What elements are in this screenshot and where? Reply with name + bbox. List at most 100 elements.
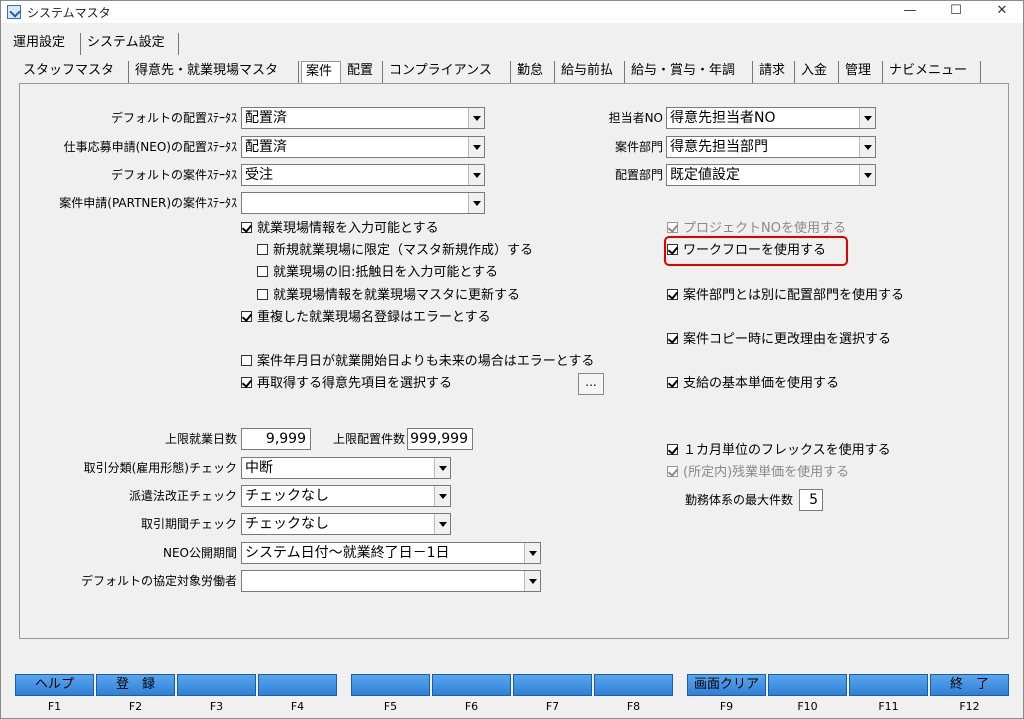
checkbox-use-base-unit-price[interactable]: 支給の基本単価を使用する bbox=[667, 375, 839, 393]
case-department-value: 得意先担当部門 bbox=[670, 139, 768, 155]
checkbox-label: 再取得する得意先項目を選択する bbox=[257, 376, 453, 391]
checkbox-icon bbox=[667, 444, 678, 455]
checkbox-new-site-only[interactable]: 新規就業現場に限定（マスタ新規作成）する bbox=[257, 242, 533, 260]
default-agreement-worker-select[interactable] bbox=[241, 570, 541, 592]
title-bar: システムマスタ — ☐ ✕ bbox=[1, 1, 1023, 23]
checkbox-select-renewal-reason[interactable]: 案件コピー時に更改理由を選択する bbox=[667, 331, 891, 349]
tab-case[interactable]: 案件 bbox=[301, 61, 341, 84]
placement-department-select[interactable]: 既定値設定 bbox=[666, 164, 876, 186]
chevron-down-icon bbox=[434, 486, 450, 506]
select-items-button[interactable]: ... bbox=[578, 373, 604, 395]
case-department-label: 案件部門 bbox=[614, 140, 663, 154]
fkey-button[interactable] bbox=[258, 674, 337, 696]
checkbox-icon bbox=[257, 266, 268, 277]
fkey-button[interactable] bbox=[849, 674, 928, 696]
fkey-button[interactable]: 画面クリア bbox=[687, 674, 766, 696]
fkey-label: F4 bbox=[290, 700, 305, 713]
checkbox-future-date-error[interactable]: 案件年月日が就業開始日よりも未来の場合はエラーとする bbox=[241, 353, 594, 371]
tab-navi-menu[interactable]: ナビメニュー bbox=[885, 61, 981, 83]
checkbox-reacquire-customer-items[interactable]: 再取得する得意先項目を選択する bbox=[241, 375, 452, 393]
neo-placement-status-label: 仕事応募申請(NEO)の配置ｽﾃｰﾀｽ bbox=[63, 140, 237, 154]
dispatch-law-check-select[interactable]: チェックなし bbox=[241, 485, 451, 507]
fkey-label: F6 bbox=[464, 700, 479, 713]
transaction-period-check-select[interactable]: チェックなし bbox=[241, 513, 451, 535]
close-button[interactable]: ✕ bbox=[979, 1, 1024, 23]
tab-billing[interactable]: 請求 bbox=[755, 61, 795, 83]
tab-salary-advance[interactable]: 給与前払 bbox=[557, 61, 625, 83]
chevron-down-icon bbox=[468, 165, 484, 185]
fkey-button[interactable]: 登 録 bbox=[96, 674, 175, 696]
partner-case-status-select[interactable] bbox=[241, 192, 485, 214]
checkbox-monthly-flex[interactable]: １カ月単位のフレックスを使用する bbox=[667, 442, 891, 460]
tab-customer-site-master[interactable]: 得意先・就業現場マスタ bbox=[131, 61, 299, 83]
transaction-type-check-label: 取引分類(雇用形態)チェック bbox=[83, 461, 237, 475]
fkey-button[interactable] bbox=[351, 674, 430, 696]
fkey-button[interactable] bbox=[177, 674, 256, 696]
max-placement-count-input[interactable]: 999,999 bbox=[407, 428, 473, 450]
tab-operation-settings[interactable]: 運用設定 bbox=[9, 33, 81, 55]
case-department-select[interactable]: 得意先担当部門 bbox=[666, 136, 876, 158]
checkbox-label: 就業現場情報を入力可能とする bbox=[257, 221, 439, 236]
checkbox-site-info-input[interactable]: 就業現場情報を入力可能とする bbox=[241, 220, 439, 238]
chevron-down-icon bbox=[434, 514, 450, 534]
neo-publish-period-select[interactable]: システム日付～就業終了日－1日 bbox=[241, 542, 541, 564]
fkey-label: F3 bbox=[209, 700, 224, 713]
fkey-label: F11 bbox=[878, 700, 899, 713]
function-key-bar: ヘルプ F1 登 録 F2 F3 F4 F5 F6 F7 F8 画面クリア F9… bbox=[1, 665, 1023, 718]
dispatch-law-check-label: 派遣法改正チェック bbox=[128, 489, 237, 503]
checkbox-old-conflict-date[interactable]: 就業現場の旧:抵触日を入力可能とする bbox=[257, 264, 498, 282]
max-work-days-input[interactable]: 9,999 bbox=[241, 428, 311, 450]
default-placement-status-select[interactable]: 配置済 bbox=[241, 107, 485, 129]
tab-payment[interactable]: 入金 bbox=[797, 61, 839, 83]
chevron-down-icon bbox=[859, 165, 875, 185]
tab-placement[interactable]: 配置 bbox=[343, 61, 383, 83]
checkbox-icon bbox=[667, 222, 678, 233]
fkey-label: F12 bbox=[959, 700, 980, 713]
tab-staff-master[interactable]: スタッフマスタ bbox=[19, 61, 129, 83]
neo-placement-status-select[interactable]: 配置済 bbox=[241, 136, 485, 158]
chevron-down-icon bbox=[434, 458, 450, 478]
app-icon bbox=[7, 5, 21, 19]
fkey-label: F2 bbox=[128, 700, 143, 713]
maximize-button[interactable]: ☐ bbox=[933, 1, 979, 23]
checkbox-label: 就業現場の旧:抵触日を入力可能とする bbox=[273, 265, 498, 280]
fkey-button[interactable] bbox=[432, 674, 511, 696]
fkey-button[interactable]: 終 了 bbox=[930, 674, 1009, 696]
fkey-label: F1 bbox=[47, 700, 62, 713]
chevron-down-icon bbox=[524, 543, 540, 563]
checkbox-overtime-unit-price[interactable]: (所定内)残業単価を使用する bbox=[667, 464, 849, 482]
transaction-period-check-value: チェックなし bbox=[245, 516, 329, 532]
tab-attendance[interactable]: 勤怠 bbox=[513, 61, 555, 83]
fkey-button[interactable]: ヘルプ bbox=[15, 674, 94, 696]
placement-department-value: 既定値設定 bbox=[670, 167, 740, 183]
fkey-label: F7 bbox=[545, 700, 560, 713]
tab-system-settings[interactable]: システム設定 bbox=[83, 33, 179, 55]
checkbox-label: 就業現場情報を就業現場マスタに更新する bbox=[273, 288, 521, 303]
tab-salary-bonus-yearend[interactable]: 給与・賞与・年調 bbox=[627, 61, 753, 83]
fkey-button[interactable] bbox=[513, 674, 592, 696]
staff-no-select[interactable]: 得意先担当者NO bbox=[666, 107, 876, 129]
fkey-label: F9 bbox=[719, 700, 734, 713]
default-case-status-label: デフォルトの案件ｽﾃｰﾀｽ bbox=[110, 168, 237, 182]
fkey-button[interactable] bbox=[594, 674, 673, 696]
checkbox-separate-placement-dept[interactable]: 案件部門とは別に配置部門を使用する bbox=[667, 287, 904, 305]
transaction-period-check-label: 取引期間チェック bbox=[140, 517, 237, 531]
default-case-status-select[interactable]: 受注 bbox=[241, 164, 485, 186]
neo-publish-period-label: NEO公開期間 bbox=[162, 546, 237, 560]
fkey-label: F8 bbox=[626, 700, 641, 713]
window-title: システムマスタ bbox=[27, 6, 111, 20]
minimize-button[interactable]: — bbox=[887, 1, 933, 23]
checkbox-label: 案件部門とは別に配置部門を使用する bbox=[683, 288, 905, 303]
fkey-button[interactable] bbox=[768, 674, 847, 696]
highlight-box bbox=[664, 236, 848, 266]
transaction-type-check-value: 中断 bbox=[245, 460, 273, 476]
chevron-down-icon bbox=[859, 137, 875, 157]
checkbox-icon bbox=[667, 466, 678, 477]
tab-compliance[interactable]: コンプライアンス bbox=[385, 61, 511, 83]
checkbox-update-site-master[interactable]: 就業現場情報を就業現場マスタに更新する bbox=[257, 287, 520, 305]
checkbox-duplicate-site-error[interactable]: 重複した就業現場名登録はエラーとする bbox=[241, 309, 491, 327]
tab-management[interactable]: 管理 bbox=[841, 61, 883, 83]
chevron-down-icon bbox=[468, 108, 484, 128]
transaction-type-check-select[interactable]: 中断 bbox=[241, 457, 451, 479]
max-shifts-input[interactable]: 5 bbox=[799, 489, 823, 511]
